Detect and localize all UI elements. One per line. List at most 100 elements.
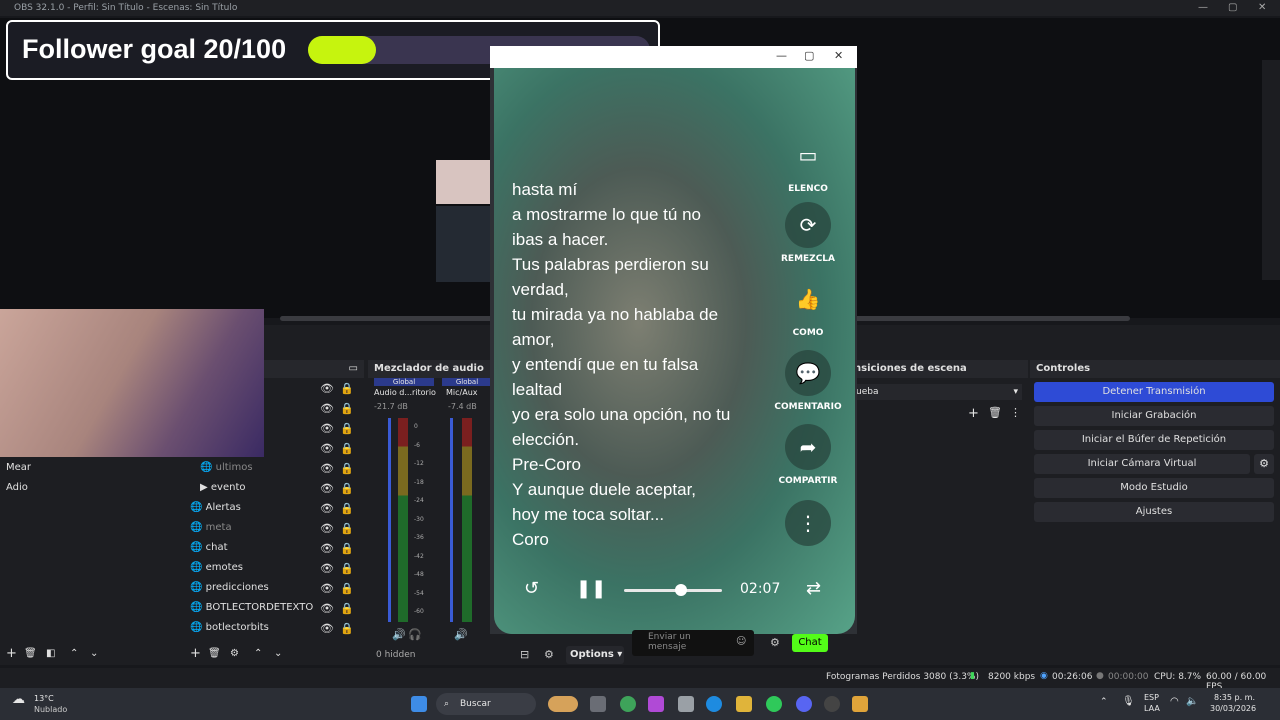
volume-slider[interactable] [388, 418, 391, 622]
clock-date[interactable]: 30/03/2026 [1210, 704, 1256, 713]
pause-icon[interactable]: ❚❚ [576, 578, 606, 599]
visibility-eye-icon[interactable]: 👁 [320, 422, 334, 435]
replay-buffer-button[interactable]: Iniciar el Búfer de Repetición [1034, 430, 1274, 450]
lock-icon[interactable]: 🔒 [340, 622, 354, 635]
remove-source-icon[interactable]: 🗑 [208, 644, 221, 664]
source-item[interactable]: 🌐 Alertas [190, 498, 241, 518]
start-recording-button[interactable]: Iniciar Grabación [1034, 406, 1274, 426]
add-scene-icon[interactable]: + [6, 644, 17, 664]
visibility-eye-icon[interactable]: 👁 [320, 482, 334, 495]
file-explorer-icon[interactable] [736, 696, 752, 712]
remix-button[interactable]: ⟳ REMEZCLA [781, 202, 835, 264]
discord-icon[interactable] [796, 696, 812, 712]
cast-button[interactable]: ▭ ELENCO [782, 132, 834, 194]
comment-button[interactable]: 💬 COMENTARIO [774, 350, 842, 412]
volume-icon[interactable]: 🔊 [454, 628, 468, 641]
options-dropdown[interactable]: Options ▾ [566, 646, 624, 664]
move-down-icon[interactable]: ⌄ [90, 644, 98, 664]
visibility-eye-icon[interactable]: 👁 [320, 602, 334, 615]
edge-icon[interactable] [706, 696, 722, 712]
close-icon[interactable]: ✕ [834, 49, 843, 62]
media-player-icon[interactable] [852, 696, 868, 712]
source-settings-icon[interactable]: ⚙ [230, 644, 239, 664]
maximize-icon[interactable]: ▢ [804, 49, 814, 62]
scene-filter-icon[interactable]: ◧ [46, 644, 55, 664]
move-down-icon[interactable]: ⌄ [274, 644, 282, 664]
lock-icon[interactable]: 🔒 [340, 382, 354, 395]
volume-icon[interactable]: 🔊 [392, 628, 406, 641]
language-secondary[interactable]: LAA [1144, 704, 1160, 713]
layout-icon[interactable]: ⊟ [520, 648, 529, 661]
playback-knob[interactable] [674, 584, 687, 596]
stop-streaming-button[interactable]: Detener Transmisión [1034, 382, 1274, 402]
visibility-eye-icon[interactable]: 👁 [320, 502, 334, 515]
lock-icon[interactable]: 🔒 [340, 462, 354, 475]
more-options-icon[interactable]: ⋮ [1010, 406, 1021, 419]
lock-icon[interactable]: 🔒 [340, 402, 354, 415]
virtual-camera-settings-icon[interactable]: ⚙ [1254, 454, 1274, 474]
visibility-eye-icon[interactable]: 👁 [320, 442, 334, 455]
source-item[interactable]: 🌐 botlectorbits [190, 618, 269, 638]
playback-progress[interactable] [624, 589, 722, 592]
add-source-icon[interactable]: + [190, 644, 201, 664]
visibility-eye-icon[interactable]: 👁 [320, 382, 334, 395]
volume-slider[interactable] [450, 418, 453, 622]
lock-icon[interactable]: 🔒 [340, 582, 354, 595]
transition-select[interactable]: ueba ▾ [852, 384, 1022, 400]
mixer-settings-icon[interactable]: ⚙ [544, 648, 554, 661]
visibility-eye-icon[interactable]: 👁 [320, 562, 334, 575]
store-icon[interactable] [678, 696, 694, 712]
more-button[interactable]: ⋮ [782, 500, 834, 546]
visibility-eye-icon[interactable]: 👁 [320, 522, 334, 535]
add-transition-icon[interactable]: + [968, 406, 979, 421]
visibility-eye-icon[interactable]: 👁 [320, 462, 334, 475]
channel-name[interactable]: Mic/Aux [446, 388, 478, 397]
chat-input[interactable]: Enviar un mensaje ☺ [632, 630, 754, 656]
microphone-icon[interactable]: 🎙 [1122, 696, 1135, 707]
obs-icon[interactable] [824, 696, 840, 712]
taskbar-search[interactable]: ⌕ Buscar [436, 693, 536, 715]
visibility-eye-icon[interactable]: 👁 [320, 402, 334, 415]
lock-icon[interactable]: 🔒 [340, 542, 354, 555]
chrome-icon[interactable] [620, 696, 636, 712]
task-view-icon[interactable] [590, 696, 606, 712]
repeat-icon[interactable]: ⇄ [806, 578, 821, 599]
maximize-icon[interactable]: ▢ [1228, 0, 1237, 16]
monitor-headphones-icon[interactable]: 🎧 [408, 628, 422, 641]
wifi-icon[interactable]: ◠ [1170, 696, 1179, 707]
source-item[interactable]: 🌐 BOTLECTORDETEXTO [190, 598, 313, 618]
source-item[interactable]: 🌐 emotes [190, 558, 243, 578]
visibility-eye-icon[interactable]: 👁 [320, 622, 334, 635]
copilot-icon[interactable] [648, 696, 664, 712]
language-primary[interactable]: ESP [1144, 693, 1159, 702]
lock-icon[interactable]: 🔒 [340, 602, 354, 615]
chat-settings-icon[interactable]: ⚙ [770, 636, 780, 649]
virtual-camera-button[interactable]: Iniciar Cámara Virtual [1034, 454, 1250, 474]
scene-item[interactable]: Adio [6, 478, 28, 498]
close-icon[interactable]: ✕ [1258, 0, 1266, 16]
minimize-icon[interactable]: — [1198, 0, 1208, 16]
lock-icon[interactable]: 🔒 [340, 502, 354, 515]
move-up-icon[interactable]: ⌃ [254, 644, 262, 664]
clock-time[interactable]: 8:35 p. m. [1214, 693, 1255, 702]
settings-button[interactable]: Ajustes [1034, 502, 1274, 522]
studio-mode-button[interactable]: Modo Estudio [1034, 478, 1274, 498]
visibility-eye-icon[interactable]: 👁 [320, 542, 334, 555]
scene-item[interactable]: Mear [6, 458, 31, 478]
lock-icon[interactable]: 🔒 [340, 422, 354, 435]
source-item[interactable]: 🌐 predicciones [190, 578, 269, 598]
move-up-icon[interactable]: ⌃ [70, 644, 78, 664]
lock-icon[interactable]: 🔒 [340, 442, 354, 455]
lock-icon[interactable]: 🔒 [340, 482, 354, 495]
source-item[interactable]: 🌐 meta [190, 518, 232, 538]
replay-icon[interactable]: ↺ [524, 578, 539, 599]
channel-name[interactable]: Audio d...ritorio [374, 388, 436, 397]
chat-send-button[interactable]: Chat [792, 634, 828, 652]
speaker-icon[interactable]: 🔈 [1186, 696, 1198, 707]
source-item[interactable]: 🌐 ultimos [200, 458, 253, 478]
windows-start-icon[interactable] [411, 696, 427, 712]
share-button[interactable]: ➦ COMPARTIR [779, 424, 837, 486]
source-item[interactable]: ▶ evento [200, 478, 246, 498]
lock-icon[interactable]: 🔒 [340, 562, 354, 575]
lock-icon[interactable]: 🔒 [340, 522, 354, 535]
